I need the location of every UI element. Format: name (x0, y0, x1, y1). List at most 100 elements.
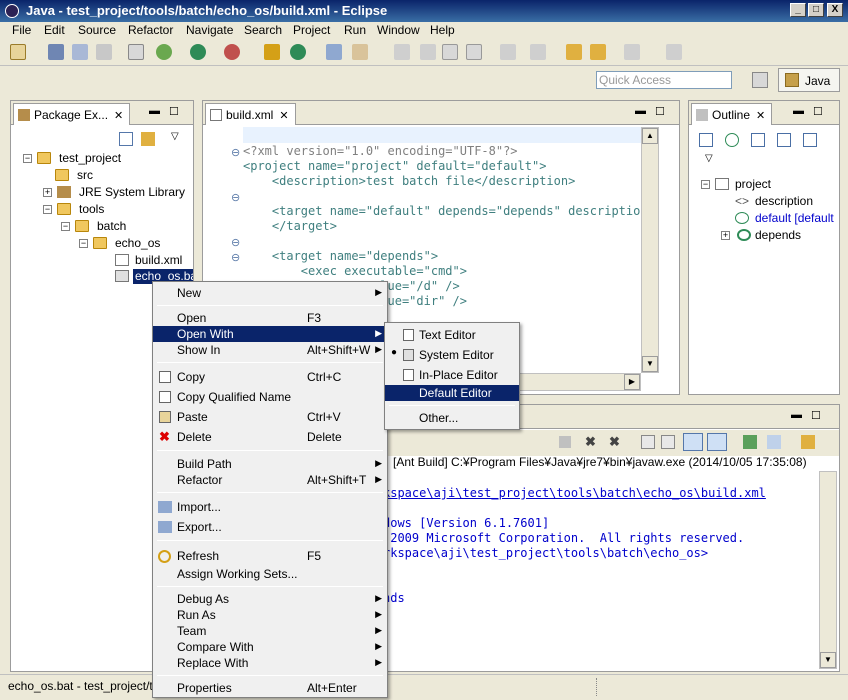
menu-run[interactable]: Run (344, 23, 366, 37)
menu-file[interactable]: File (12, 23, 31, 37)
new-icon[interactable] (10, 44, 26, 60)
minimize-view-icon[interactable]: ▬ (149, 105, 160, 117)
menu-item-show-in[interactable]: Show In Alt+Shift+W ▶ (153, 342, 387, 358)
search-icon[interactable] (352, 44, 368, 60)
console-vscrollbar[interactable]: ▼ (819, 471, 837, 669)
show-stdout-icon[interactable] (683, 433, 703, 451)
scroll-down-icon[interactable]: ▼ (642, 356, 658, 372)
scroll-up-icon[interactable]: ▲ (642, 128, 658, 144)
menu-item-system-editor[interactable]: ● System Editor (385, 347, 519, 363)
minimize-button[interactable]: _ (790, 3, 806, 17)
scroll-lock-icon[interactable] (661, 435, 675, 449)
collapse-icon[interactable]: − (23, 154, 32, 163)
maximize-panel-icon[interactable]: ☐ (655, 105, 665, 118)
quick-access-input[interactable]: Quick Access (596, 71, 732, 89)
maximize-panel-icon[interactable]: ☐ (811, 409, 821, 422)
menu-item-refactor[interactable]: Refactor Alt+Shift+T ▶ (153, 472, 387, 488)
menu-item-export[interactable]: Export... (153, 519, 387, 535)
new-java-project-icon[interactable] (264, 44, 280, 60)
clear-console-icon[interactable] (641, 435, 655, 449)
minimize-view-icon[interactable]: ▬ (635, 105, 646, 117)
menu-item-team[interactable]: Team ▶ (153, 623, 387, 639)
maximize-panel-icon[interactable]: ☐ (169, 105, 179, 118)
print-icon[interactable] (96, 44, 112, 60)
collapse-icon[interactable]: − (61, 222, 70, 231)
pin-console-icon[interactable] (743, 435, 757, 449)
sort-icon[interactable] (699, 133, 713, 147)
tab-package-explorer[interactable]: Package Ex... ✕ (13, 103, 131, 125)
open-console-icon[interactable] (801, 435, 815, 449)
open-perspective-icon[interactable] (752, 72, 768, 88)
hide-internal-icon[interactable] (777, 133, 791, 147)
collapse-icon[interactable]: − (43, 205, 52, 214)
expand-icon[interactable]: + (43, 188, 52, 197)
collapse-icon[interactable]: − (79, 239, 88, 248)
close-tab-icon[interactable]: ✕ (756, 110, 765, 122)
display-console-icon[interactable] (767, 435, 781, 449)
save-all-icon[interactable] (72, 44, 88, 60)
menu-edit[interactable]: Edit (44, 23, 65, 37)
menu-window[interactable]: Window (377, 23, 420, 37)
menu-item-open-with[interactable]: Open With ▶ (153, 326, 387, 342)
collapse-all-icon[interactable] (119, 132, 133, 146)
collapse-icon[interactable]: − (701, 180, 710, 189)
link-with-editor-icon[interactable] (141, 132, 155, 146)
expand-icon[interactable]: + (721, 231, 730, 240)
open-type-icon[interactable] (326, 44, 342, 60)
menu-item-import[interactable]: Import... (153, 499, 387, 515)
menu-item-default-editor[interactable]: Default Editor (385, 385, 519, 401)
menu-project[interactable]: Project (293, 23, 330, 37)
menu-item-text-editor[interactable]: Text Editor (385, 327, 519, 343)
pin-editor-icon[interactable] (530, 44, 546, 60)
new-class-icon[interactable] (290, 44, 306, 60)
show-whitespace-icon[interactable] (442, 44, 458, 60)
fold-icon[interactable]: ⊖ (231, 146, 240, 159)
remove-launch-icon[interactable]: ✖ (585, 435, 599, 449)
link-icon[interactable] (803, 133, 817, 147)
navigate-icon[interactable] (624, 44, 640, 60)
menu-navigate[interactable]: Navigate (186, 23, 233, 37)
fold-icon[interactable]: ⊖ (231, 251, 240, 264)
debug-icon[interactable] (156, 44, 172, 60)
menu-item-assign-working-sets[interactable]: Assign Working Sets... (153, 566, 387, 582)
menu-refactor[interactable]: Refactor (128, 23, 173, 37)
menu-item-copy[interactable]: Copy Ctrl+C (153, 369, 387, 385)
menu-item-delete[interactable]: ✖ Delete Delete (153, 429, 387, 445)
next-annotation-icon[interactable] (394, 44, 410, 60)
menu-item-properties[interactable]: Properties Alt+Enter (153, 680, 387, 696)
menu-item-paste[interactable]: Paste Ctrl+V (153, 409, 387, 425)
view-menu-icon[interactable]: ▽ (171, 131, 179, 142)
title-bar[interactable]: Java - test_project/tools/batch/echo_os/… (0, 0, 848, 22)
run-icon[interactable] (190, 44, 206, 60)
menu-item-refresh[interactable]: Refresh F5 (153, 548, 387, 564)
close-tab-icon[interactable]: ✕ (279, 110, 288, 122)
tab-build-xml[interactable]: build.xml ✕ (205, 103, 296, 125)
editor-vscrollbar[interactable]: ▲ ▼ (641, 127, 659, 373)
forward-icon[interactable] (590, 44, 606, 60)
back-icon[interactable] (566, 44, 582, 60)
menu-search[interactable]: Search (244, 23, 282, 37)
maximize-panel-icon[interactable]: ☐ (813, 105, 823, 118)
block-selection-icon[interactable] (466, 44, 482, 60)
menu-help[interactable]: Help (430, 23, 455, 37)
prev-annotation-icon[interactable] (420, 44, 436, 60)
menu-source[interactable]: Source (78, 23, 116, 37)
perspective-java-button[interactable]: Java (778, 68, 840, 92)
last-edit-icon[interactable] (500, 44, 516, 60)
maximize-button[interactable]: □ (808, 3, 824, 17)
menu-item-run-as[interactable]: Run As ▶ (153, 607, 387, 623)
tab-outline[interactable]: Outline ✕ (691, 103, 773, 125)
toggle-breakpoint-icon[interactable] (128, 44, 144, 60)
view-menu-icon[interactable]: ▽ (705, 153, 713, 164)
remove-all-icon[interactable]: ✖ (609, 435, 623, 449)
console-line[interactable]: kspace\aji\test_project\tools\batch\echo… (383, 486, 813, 501)
menu-item-copy-qualified-name[interactable]: Copy Qualified Name (153, 389, 387, 405)
save-icon[interactable] (48, 44, 64, 60)
scroll-down-icon[interactable]: ▼ (820, 652, 836, 668)
minimize-view-icon[interactable]: ▬ (793, 105, 804, 117)
menu-item-replace-with[interactable]: Replace With ▶ (153, 655, 387, 671)
menu-item-in-place-editor[interactable]: In-Place Editor (385, 367, 519, 383)
scroll-right-icon[interactable]: ▶ (624, 374, 640, 390)
menu-item-open[interactable]: Open F3 (153, 310, 387, 326)
fold-icon[interactable]: ⊖ (231, 236, 240, 249)
